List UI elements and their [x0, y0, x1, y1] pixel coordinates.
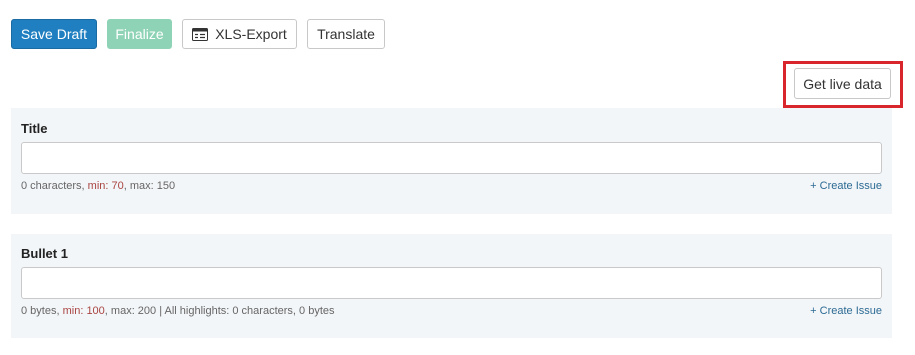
bullet1-field-label: Bullet 1 [21, 246, 68, 261]
save-draft-button[interactable]: Save Draft [11, 19, 97, 49]
bullet1-create-issue-link[interactable]: + Create Issue [810, 305, 882, 317]
bullet1-length-info: 0 bytes, min: 100, max: 200 | All highli… [21, 305, 335, 317]
title-min-value: 70 [111, 180, 124, 192]
title-count-text: 0 characters, [21, 180, 85, 192]
title-length-info: 0 characters, min: 70, max: 150 [21, 180, 175, 192]
bullet1-count-text: 0 bytes, [21, 305, 60, 317]
xls-export-button[interactable]: XLS-Export [182, 19, 297, 49]
title-field-label: Title [21, 121, 48, 136]
title-create-issue-link[interactable]: + Create Issue [810, 180, 882, 192]
spreadsheet-export-icon [192, 27, 209, 41]
title-field-panel: Title 0 characters, min: 70, max: 150 + … [11, 108, 892, 214]
bullet1-field-panel: Bullet 1 0 bytes, min: 100, max: 200 | A… [11, 234, 892, 338]
xls-export-label: XLS-Export [215, 26, 287, 42]
title-min-label: min: [87, 180, 109, 192]
finalize-button[interactable]: Finalize [107, 19, 172, 49]
bullet1-input[interactable] [21, 267, 882, 299]
bullet1-max-text: , max: 200 | All highlights: 0 character… [104, 305, 335, 317]
page: Save Draft Finalize XLS-Export Translate… [0, 0, 915, 355]
bullet1-min-label: min: [62, 305, 84, 317]
title-input[interactable] [21, 142, 882, 174]
bullet1-min-value: 100 [86, 305, 105, 317]
translate-button[interactable]: Translate [307, 19, 385, 49]
title-max-text: , max: 150 [123, 180, 176, 192]
get-live-data-button[interactable]: Get live data [794, 68, 891, 99]
